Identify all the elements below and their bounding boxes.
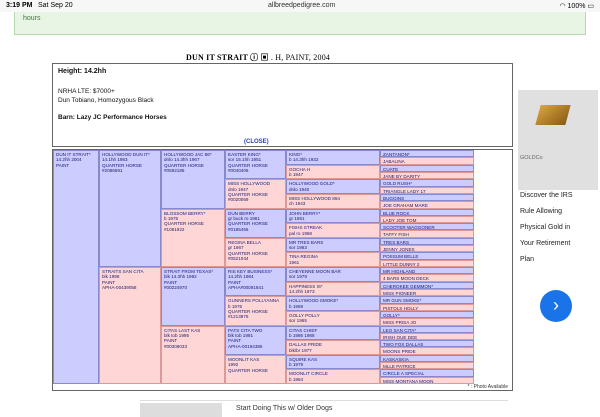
bottom-ad-text: Start Doing This w/ Older Dogs	[236, 405, 333, 412]
photo-footnote: * : Photo Available	[467, 384, 509, 390]
pedigree-cell[interactable]: BUGGINS b 1930	[380, 193, 474, 202]
pedigree-cell[interactable]: EASTER KING* sor 15.1hh 1951 QUARTER HOR…	[225, 150, 286, 180]
pedigree-cell[interactable]: JANE BY DARITY	[380, 171, 474, 180]
pedigree-cell[interactable]: MR HIGHLAND sor 1976	[380, 267, 474, 275]
notice-text: hours	[23, 15, 41, 22]
pedigree-cell[interactable]: STRAITS SAN CITA blk 1998 PAINT APHA-004…	[99, 267, 161, 384]
ad-image[interactable]	[518, 90, 598, 190]
pedigree-cell[interactable]: HOLLYWOOD JAC 86* dnlo 14.3hh 1967 QUART…	[161, 150, 225, 209]
height-text: Height: 14.2hh	[58, 68, 107, 75]
pedigree-cell[interactable]: KASKASKIA blk 1965	[380, 354, 474, 363]
pedigree-cell[interactable]: LADY JOE TOM gr buck 1946	[380, 215, 474, 224]
ad-line-3: Physical Gold in	[520, 224, 571, 231]
pedigree-cell[interactable]: MLLE PATRICE ch 1975	[380, 362, 474, 370]
gold-bar-icon	[535, 105, 571, 125]
pedigree-cell[interactable]: HOLLYWOOD DUN IT* 14.1hh 1983 QUARTER HO…	[99, 150, 161, 267]
pedigree-cell[interactable]: CIRCLE A SPECIAL gr 1978	[380, 369, 474, 377]
horse-name: DUN IT STRAIT	[186, 53, 248, 62]
notice-banner: hours	[14, 12, 586, 35]
horse-info-box: Height: 14.2hh NRHA LTE: $7000+ Dun Tobi…	[52, 63, 513, 147]
status-time: 3:19 PM	[6, 2, 33, 9]
pedigree-cell[interactable]: KING* b 14.3hh 1932	[286, 150, 380, 165]
pedigree-cell[interactable]: CHEROKEE GEMMON* blk 14.3hh 1970	[380, 281, 474, 289]
pedigree-cell[interactable]: POSSUM BELLE 1956	[380, 252, 474, 260]
pedigree-cell[interactable]: STRAIT FROM TEXAS* blk 14.3hh 1992 PAINT…	[161, 267, 225, 326]
pedigree-cell[interactable]: LITTLE DUNNY 2 buck 1950	[380, 259, 474, 267]
pedigree-cell[interactable]: HOLLYWOOD GOLD* dnlo 1940	[286, 179, 380, 194]
ad-line-5: Plan	[520, 256, 535, 263]
pedigree-cell[interactable]: JOE GRAHAM MARE	[380, 201, 474, 209]
status-bar: 3:19 PM Sat Sep 20 allbreedpedigree.com …	[0, 0, 600, 12]
pedigree-cell[interactable]: HOLLYWOOD SMOKE* b 1969	[286, 296, 380, 311]
pedigree-cell[interactable]: TRES BARS sor 1958	[380, 237, 474, 246]
pedigree-cell[interactable]: MISS HOLLYWOOD 864 ch 1943	[286, 193, 380, 209]
pedigree-cell[interactable]: DALLAS PRIDE blk/br 1977	[286, 340, 380, 355]
pedigree-cell[interactable]: REGINA BELLA gr 1967 QUARTER HORSE #0521…	[225, 237, 286, 267]
pedigree-cell[interactable]: HAPPINESS IS* 14.2hh 1973	[286, 281, 380, 297]
ad-label: GOLDCo	[520, 155, 543, 161]
pedigree-cell[interactable]: MISS PIONEER b 1960	[380, 288, 474, 297]
pedigree-cell[interactable]: PATS CITA TWO blk tob 1991 PAINT APHA-00…	[225, 325, 286, 355]
pedigree-cell[interactable]: MISS PRISA JO sor 1960	[380, 318, 474, 326]
pedigree-cell[interactable]: GUNNERS POLLYANNA b 1976 QUARTER HORSE #…	[225, 296, 286, 326]
close-link[interactable]: (CLOSE)	[244, 139, 269, 145]
pedigree-cell[interactable]: MR GUN SMOKE* sor 15.1hh 1961	[380, 296, 474, 304]
pedigree-cell[interactable]: MISS MONTANA MOON blk 1969	[380, 376, 474, 384]
pedigree-cell[interactable]: TWO FOX DALLAS b 1974	[380, 340, 474, 348]
pedigree-cell[interactable]: MOONLIT KAS 1992 QUARTER HORSE	[225, 354, 286, 384]
barn-text: Barn: Lazy JC Performance Horses	[58, 114, 167, 121]
bottom-ad-thumbnail	[140, 403, 222, 417]
pedigree-cell[interactable]: BLOSSOM BERRY* b 1975 QUARTER HORSE #108…	[161, 208, 225, 267]
pedigree-cell[interactable]: GOLLY POLLY sor 1965	[286, 310, 380, 326]
pedigree-cell[interactable]: CITAS LAST KAS blk tob 1995 PAINT #00308…	[161, 325, 225, 384]
pedigree-cell[interactable]: TRIANGLE LADY 17 dun 1934	[380, 186, 474, 194]
ad-line-2: Rule Allowing	[520, 208, 563, 215]
color-text: Dun Tobiano, Homozygous Black	[58, 97, 154, 104]
pedigree-cell[interactable]: GOLLY* sor 1958	[380, 310, 474, 319]
pedigree-cell[interactable]: JOHN BERRY* gr 1951	[286, 208, 380, 224]
pedigree-cell[interactable]: BLUE ROCK gr 1942	[380, 208, 474, 216]
horse-suffix: . H, PAINT, 2004	[270, 53, 331, 62]
pedigree-cell[interactable]: MOONLIT CIRCLE b 1984	[286, 369, 380, 384]
chevron-right-icon[interactable]: ›	[540, 290, 572, 322]
pedigree-cell[interactable]: GOLD RUSH* pal 1936	[380, 179, 474, 187]
pedigree-cell[interactable]: MR TRES BARS sor 1963	[286, 237, 380, 253]
pedigree-cell[interactable]: ZANTANON* ch 1917	[380, 150, 474, 158]
nrha-text: NRHA LTE: $7000+	[58, 88, 115, 95]
ad-line-1: Discover the IRS	[520, 192, 573, 199]
pedigree-cell[interactable]: GOCHA H b 1947	[286, 164, 380, 180]
pedigree-cell[interactable]: SQUIRE KAS b 1979	[286, 354, 380, 370]
pedigree-table: DUN IT STRAIT* 14.2hh 2004 PAINT HOLLYWOO…	[52, 149, 513, 391]
status-date: Sat Sep 20	[38, 2, 73, 9]
url-bar[interactable]: allbreedpedigree.com	[268, 2, 335, 9]
pedigree-cell[interactable]: CUATE ch 1935	[380, 164, 474, 172]
pedigree-cell[interactable]: JENNY JONES sor 1960	[380, 245, 474, 253]
pedigree-cell[interactable]: DUN IT STRAIT* 14.2hh 2004 PAINT	[53, 150, 99, 384]
camera-icon[interactable]: ⓘ ▣	[250, 53, 269, 62]
pedigree-cell[interactable]: DUN BERRY gr buck ro 1961 QUARTER HORSE …	[225, 208, 286, 238]
pedigree-cell[interactable]: TINA REGINA 1961	[286, 252, 380, 267]
pedigree-cell[interactable]: PISTOLS HOLLY buck 1965	[380, 303, 474, 311]
pedigree-cell[interactable]: RIS KEY BUSINESS* 14.2hh 1984 PAINT APHA…	[225, 267, 286, 297]
pedigree-cell[interactable]: MOONS PRIDE sor 1960	[380, 347, 474, 355]
pedigree-cell[interactable]: TAFFY FISH buck 1949	[380, 230, 474, 238]
pedigree-cell[interactable]: 4 BARS MOON DECK ch 1974	[380, 274, 474, 282]
bottom-ad[interactable]: Start Doing This w/ Older Dogs	[140, 400, 508, 417]
pedigree-cell[interactable]: IRISH QUE DEE b 1984	[380, 332, 474, 341]
battery-indicator: ◠ 100% ▭	[559, 3, 594, 10]
pedigree-cell[interactable]: JABALINA br 1920	[380, 157, 474, 165]
pedigree-cell[interactable]: FISHS STREAK pal ro 1958	[286, 223, 380, 238]
pedigree-cell[interactable]: LEO SAN CITA* 1985	[380, 325, 474, 333]
pedigree-cell[interactable]: CITAS CHIEF b 1986 1988	[286, 325, 380, 341]
ad-line-4: Your Retirement	[520, 240, 571, 247]
pedigree-cell[interactable]: SCOOTER WAGGONER 1943	[380, 223, 474, 231]
pedigree-cell[interactable]: MISS HOLLYWOOD dnlo 1947 QUARTER HORSE #…	[225, 179, 286, 209]
pedigree-cell[interactable]: CHEYENNE MOON BAR sor 1979	[286, 267, 380, 282]
advertisement[interactable]: GOLDCo Discover the IRS Rule Allowing Ph…	[516, 52, 600, 382]
page-title: DUN IT STRAIT ⓘ ▣ . H, PAINT, 2004	[186, 52, 330, 63]
